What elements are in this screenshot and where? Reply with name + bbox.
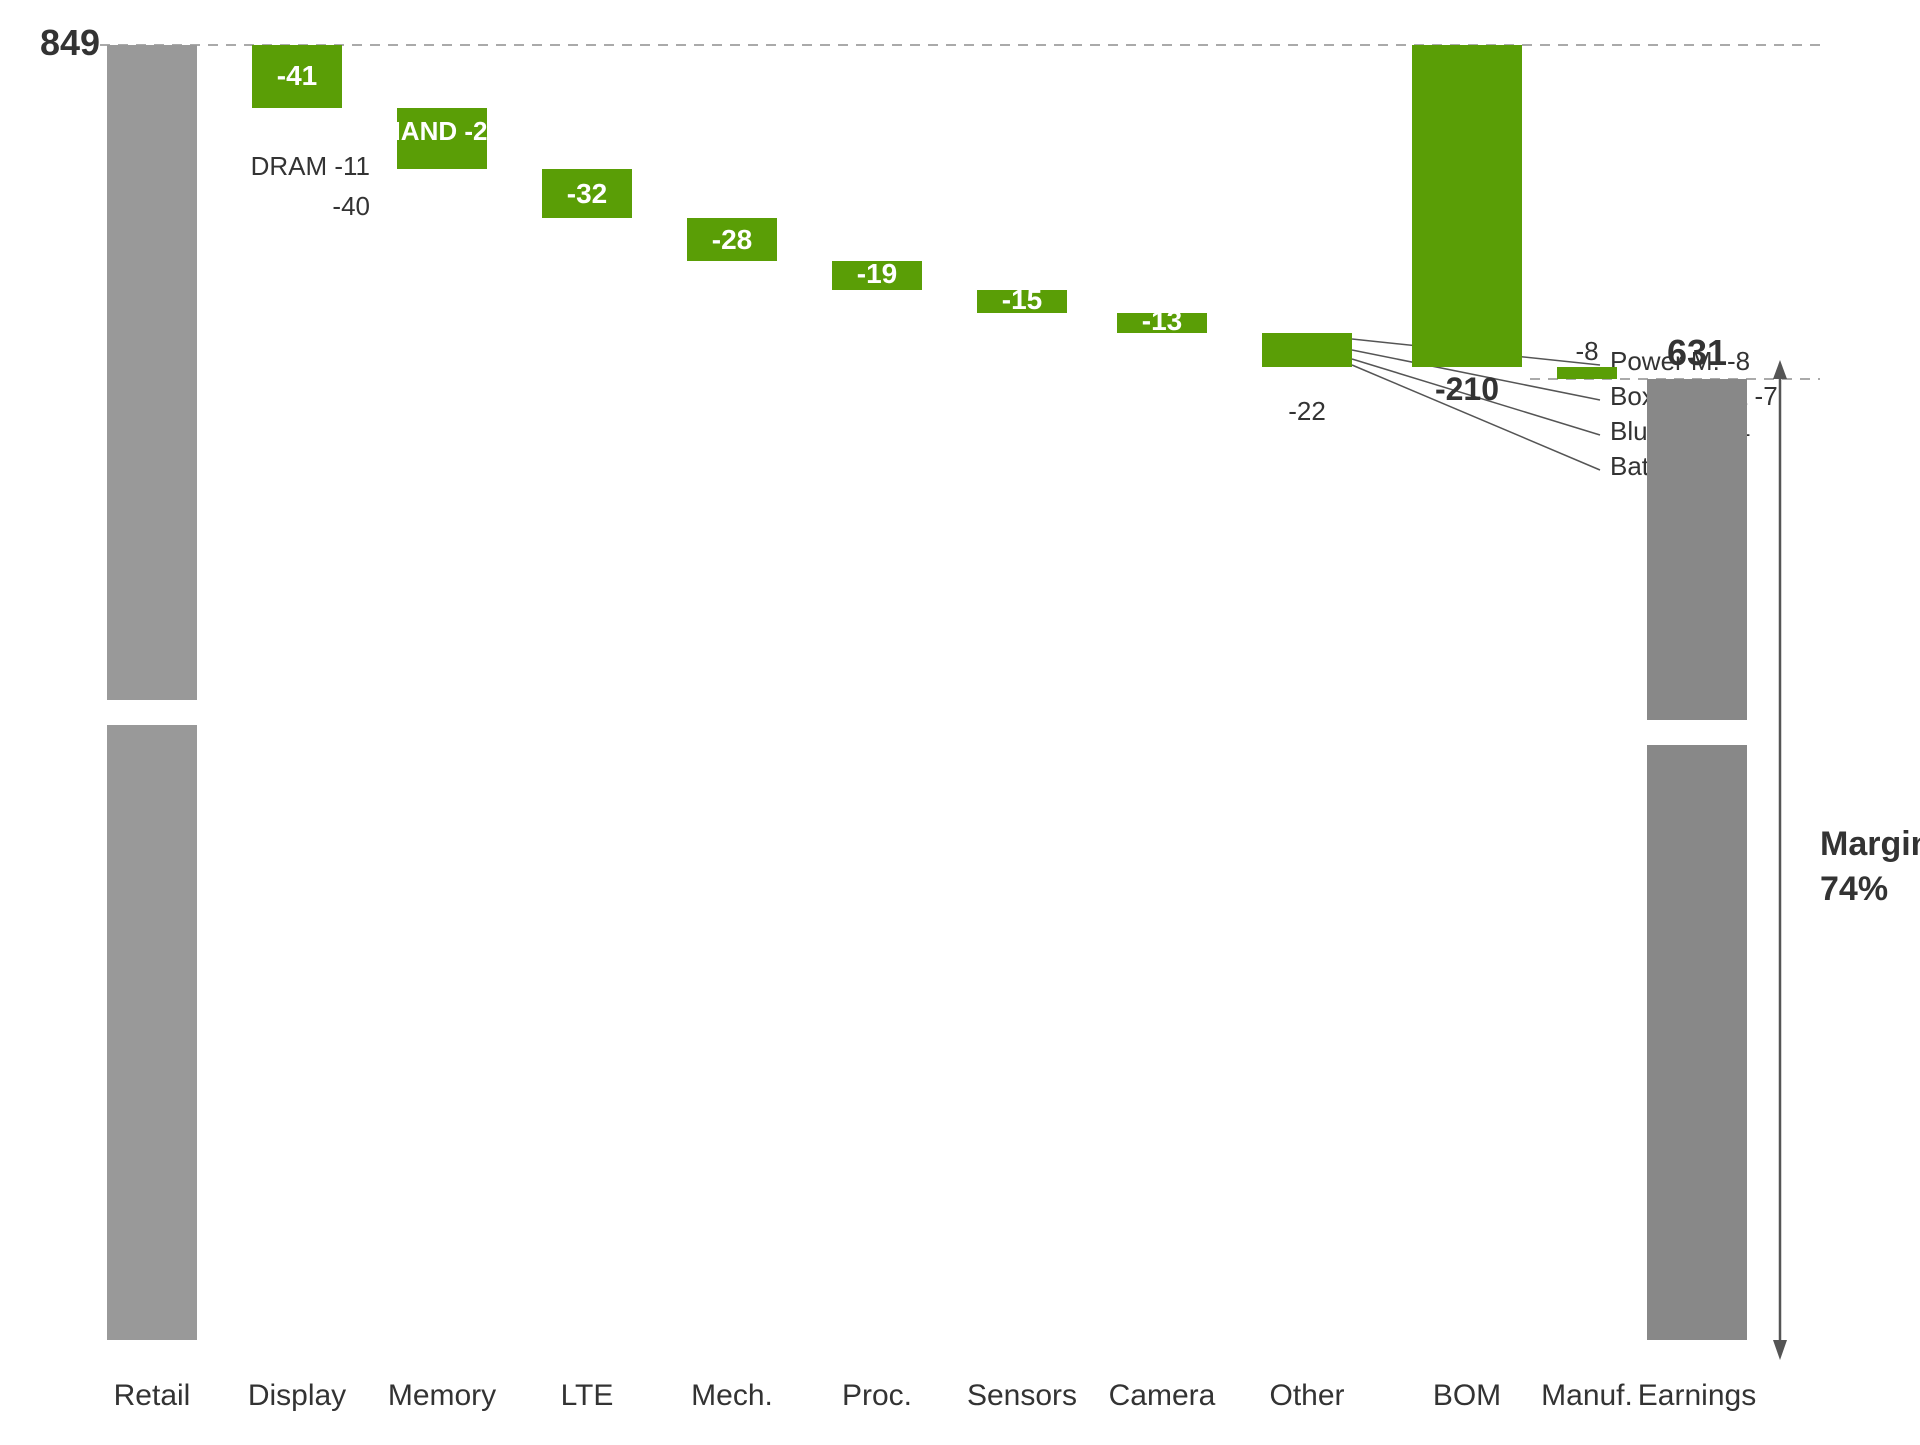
label-proc-value: -19: [857, 258, 897, 289]
chart-container: 849 -41 NAND -29 DRAM -11 -40 -32 -28 -1…: [0, 0, 1920, 1440]
chart-background: [0, 0, 1920, 1440]
label-other-total: -22: [1288, 396, 1326, 426]
waterfall-chart: 849 -41 NAND -29 DRAM -11 -40 -32 -28 -1…: [0, 0, 1920, 1440]
xlabel-manuf: Manuf.: [1541, 1379, 1633, 1412]
bar-other-battery: [1262, 362, 1352, 367]
margin-label: Margin: [1820, 825, 1920, 863]
xlabel-lte: LTE: [561, 1379, 614, 1412]
label-lte-value: -32: [567, 178, 607, 209]
xlabel-other: Other: [1269, 1379, 1344, 1412]
xlabel-display: Display: [248, 1379, 346, 1412]
bar-earnings: [1647, 379, 1747, 1340]
bar-manuf: [1557, 367, 1617, 379]
y-axis-top-label: 849: [40, 22, 100, 63]
label-bom-value: -210: [1435, 371, 1499, 407]
bar-retail: [107, 45, 197, 1340]
label-earnings-value: 631: [1667, 332, 1727, 373]
xlabel-proc: Proc.: [842, 1379, 912, 1412]
xlabel-earnings: Earnings: [1638, 1379, 1756, 1412]
margin-value: 74%: [1820, 870, 1888, 908]
xlabel-mech: Mech.: [691, 1379, 773, 1412]
xlabel-sensors: Sensors: [967, 1379, 1077, 1412]
label-dram: DRAM -11: [251, 151, 370, 181]
bar-other-powerm: [1262, 333, 1352, 345]
xlabel-memory: Memory: [388, 1379, 496, 1412]
bar-earnings-break: [1647, 720, 1747, 745]
bar-retail-break: [107, 700, 197, 725]
label-mech-value: -28: [712, 224, 752, 255]
label-manuf-value: -8: [1575, 336, 1598, 366]
label-camera-value: -13: [1142, 305, 1182, 336]
label-sensors-value: -15: [1002, 284, 1042, 315]
bar-other-bluetooth: [1262, 356, 1352, 362]
bar-bom: [1412, 45, 1522, 367]
label-nand-value: NAND -29: [382, 116, 502, 146]
bar-other-boxcontent: [1262, 345, 1352, 356]
bar-memory-dram: [397, 152, 487, 169]
label-display-value: -41: [277, 60, 317, 91]
xlabel-retail: Retail: [114, 1379, 191, 1412]
label-memory-total: -40: [332, 191, 370, 221]
xlabel-camera: Camera: [1109, 1379, 1216, 1412]
xlabel-bom: BOM: [1433, 1379, 1501, 1412]
